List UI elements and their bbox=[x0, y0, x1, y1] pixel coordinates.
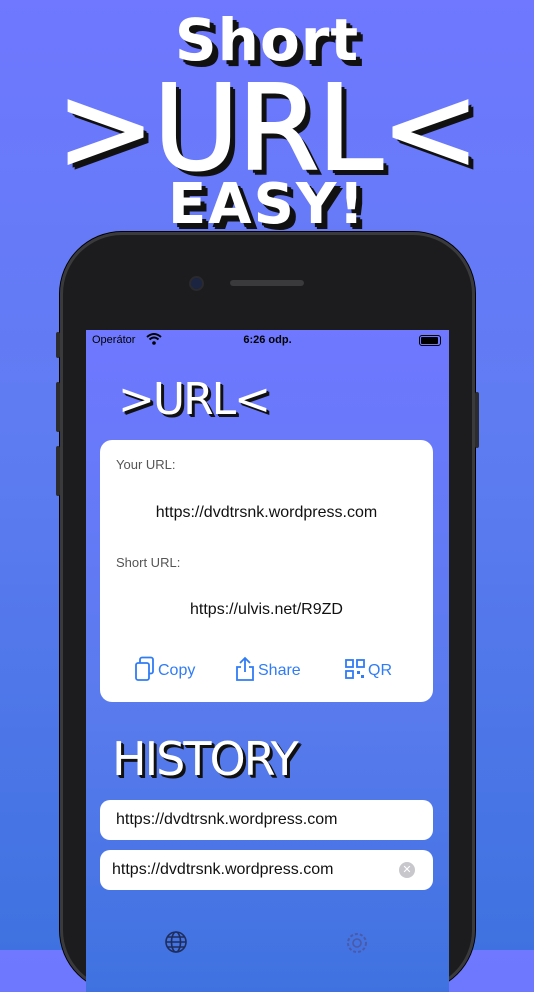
status-bar: Operátor 6:26 odp. bbox=[86, 330, 449, 352]
share-icon bbox=[234, 656, 258, 687]
globe-icon[interactable] bbox=[164, 930, 188, 959]
clear-icon[interactable]: ✕ bbox=[399, 862, 415, 878]
history-item-url: https://dvdtrsnk.wordpress.com bbox=[116, 811, 338, 828]
phone-frame: Operátor 6:26 odp. >URL< Your URL: https… bbox=[56, 232, 479, 992]
share-button[interactable]: Share bbox=[234, 656, 301, 686]
earpiece-speaker bbox=[230, 280, 304, 286]
qr-button[interactable]: QR bbox=[344, 656, 392, 686]
app-logo: >URL< bbox=[118, 374, 271, 425]
url-card: Your URL: https://dvdtrsnk.wordpress.com… bbox=[100, 440, 433, 702]
mute-switch bbox=[56, 332, 60, 358]
url-actions: Copy Share QR bbox=[100, 656, 433, 686]
history-item[interactable]: https://dvdtrsnk.wordpress.com bbox=[100, 800, 433, 840]
qr-label: QR bbox=[368, 662, 392, 679]
share-label: Share bbox=[258, 662, 301, 679]
your-url-value[interactable]: https://dvdtrsnk.wordpress.com bbox=[100, 504, 433, 522]
short-url-value[interactable]: https://ulvis.net/R9ZD bbox=[100, 601, 433, 619]
copy-button[interactable]: Copy bbox=[134, 656, 195, 686]
history-item-url: https://dvdtrsnk.wordpress.com bbox=[112, 861, 334, 878]
promo-title-url: >URL< bbox=[55, 59, 481, 197]
gear-icon[interactable] bbox=[344, 930, 370, 961]
battery-icon bbox=[419, 335, 441, 346]
front-camera bbox=[191, 278, 202, 289]
power-button bbox=[475, 392, 479, 448]
volume-up-button bbox=[56, 382, 60, 432]
volume-down-button bbox=[56, 446, 60, 496]
your-url-label: Your URL: bbox=[116, 457, 176, 472]
copy-icon bbox=[134, 656, 158, 687]
status-time: 6:26 odp. bbox=[243, 334, 292, 346]
history-item[interactable]: https://dvdtrsnk.wordpress.com ✕ bbox=[100, 850, 433, 890]
qr-code-icon bbox=[344, 658, 368, 685]
short-url-label: Short URL: bbox=[116, 555, 181, 570]
promo-title-easy: EASY! bbox=[167, 172, 366, 237]
history-title: HISTORY bbox=[112, 732, 299, 786]
copy-label: Copy bbox=[158, 662, 196, 679]
phone-screen: Operátor 6:26 odp. >URL< Your URL: https… bbox=[86, 330, 449, 992]
